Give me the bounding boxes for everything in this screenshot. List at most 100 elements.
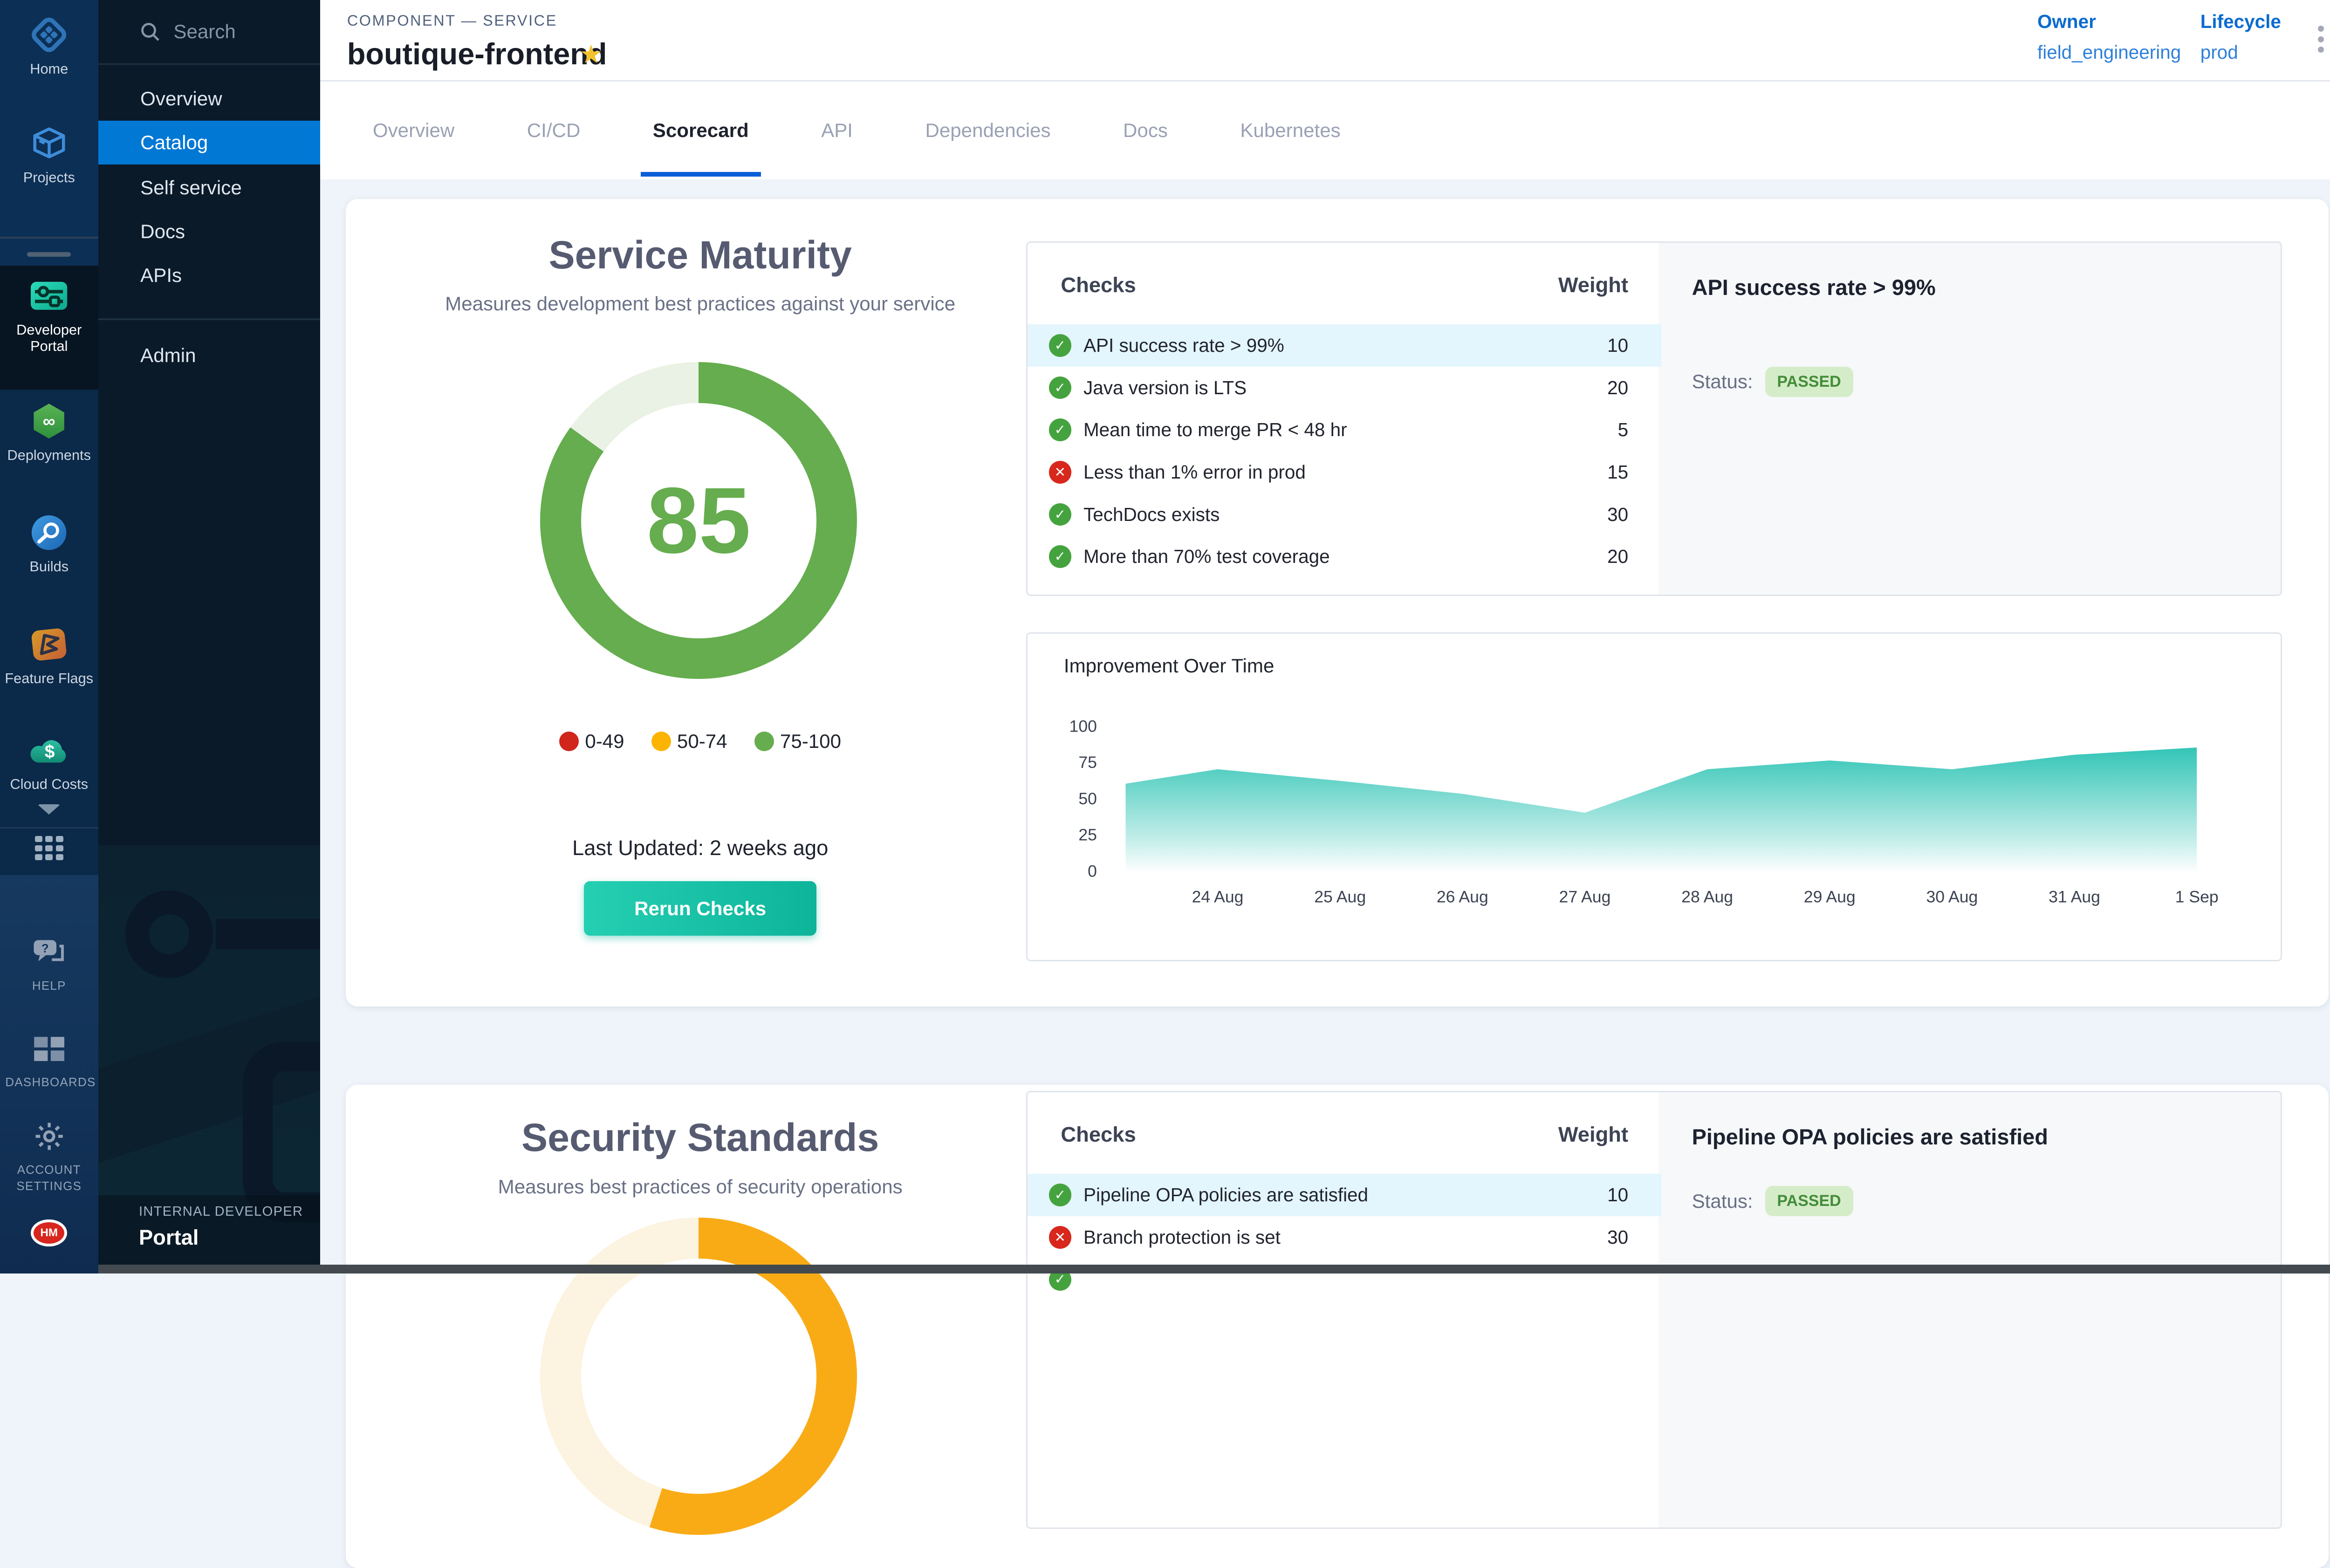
status-label: Status: [1692,1190,1753,1212]
sidebar-item-projects[interactable]: Projects [0,124,98,186]
user-avatar[interactable]: HM [0,1219,98,1246]
status-badge: PASSED [1765,1186,1853,1216]
tab-docs[interactable]: Docs [1123,82,1168,180]
svg-text:?: ? [41,942,49,955]
check-row[interactable]: ✓ API success rate > 99% 10 [1028,324,1661,367]
check-row[interactable]: ✓ More than 70% test coverage 20 [1028,535,1661,578]
scorecard-service-maturity: Service Maturity Measures development be… [346,199,2329,1007]
check-label: More than 70% test coverage [1083,546,1607,568]
sidebar-item-label: ACCOUNT SETTINGS [5,1162,93,1195]
tab-overview[interactable]: Overview [373,82,454,180]
y-axis-tick: 75 [1079,753,1097,772]
tab-api[interactable]: API [821,82,853,180]
sidebar-item-builds[interactable]: Builds [0,513,98,575]
sidebar-item-label: Projects [23,169,75,186]
check-row[interactable]: ✕ Branch protection is set 30 [1028,1216,1661,1259]
sidebar-item-label: Deployments [7,447,91,464]
status-label: Status: [1692,370,1753,393]
sidebar-item-cloud-costs[interactable]: $ Cloud Costs [0,730,98,792]
grid-icon [35,836,64,860]
owner-label: Owner [2037,11,2181,33]
scorecard-security-standards: Security Standards Measures best practic… [346,1085,2329,1568]
owner-block[interactable]: Owner field_engineering [2037,11,2181,63]
sidebar-expand-chevron[interactable] [0,804,98,815]
check-weight: 20 [1607,377,1628,399]
scorecard-title: Security Standards [346,1115,1055,1160]
portal-title: Portal [139,1226,199,1250]
sidebar-item-self-service[interactable]: Self service [98,166,320,210]
sidebar-item-docs[interactable]: Docs [98,210,320,253]
breadcrumb: COMPONENT — SERVICE [347,12,557,29]
check-failed-icon: ✕ [1049,461,1072,484]
legend-item: 0-49 [559,730,624,753]
improvement-area-chart: 025507510024 Aug25 Aug26 Aug27 Aug28 Aug… [1028,634,2280,960]
sidebar-item-label: Feature Flags [5,670,93,687]
sidebar-item-feature-flags[interactable]: Feature Flags [0,625,98,687]
scorecard-subtitle: Measures best practices of security oper… [346,1176,1055,1198]
x-axis-tick: 24 Aug [1192,887,1244,906]
sidebar-item-developer-portal[interactable]: Developer Portal [0,276,98,355]
y-axis-tick: 25 [1079,826,1097,844]
tab-kubernetes[interactable]: Kubernetes [1240,82,1340,180]
tab-scorecard[interactable]: Scorecard [653,82,749,180]
check-row[interactable]: ✓ Java version is LTS 20 [1028,367,1661,409]
horizontal-scrollbar[interactable] [98,1265,2330,1274]
help-chat-icon: ? [29,932,69,972]
sidebar-item-deployments[interactable]: ∞ Deployments [0,401,98,463]
gear-icon [29,1116,69,1156]
tab-ci-cd[interactable]: CI/CD [527,82,581,180]
score-legend: 0-4950-7475-100 [346,730,1055,753]
legend-label: 75-100 [780,730,841,753]
sidebar-item-apis[interactable]: APIs [98,253,320,297]
scorecard-title: Service Maturity [346,233,1055,278]
sidebar-item-admin[interactable]: Admin [98,334,320,377]
x-axis-tick: 28 Aug [1681,887,1733,906]
sidebar-item-overview[interactable]: Overview [98,77,320,121]
check-row[interactable]: ✕ Less than 1% error in prod 15 [1028,451,1661,493]
sidebar-item-label: DASHBOARDS [5,1075,93,1091]
check-failed-icon: ✕ [1049,1226,1072,1249]
more-options-button[interactable] [2309,26,2330,59]
sidebar-item-label: Cloud Costs [10,776,89,793]
sidebar-item-label: Home [30,61,68,77]
y-axis-tick: 100 [1069,717,1097,735]
x-axis-tick: 27 Aug [1559,887,1611,906]
sidebar-item-account-settings[interactable]: ACCOUNT SETTINGS [0,1116,98,1195]
check-row[interactable]: ✓ Pipeline OPA policies are satisfied 10 [1028,1174,1661,1216]
sidebar-item-catalog[interactable]: Catalog [98,121,320,164]
sidebar-item-help[interactable]: ? HELP [0,932,98,994]
search-button[interactable]: Search [98,12,320,51]
improvement-chart-panel: Improvement Over Time 025507510024 Aug25… [1026,632,2282,961]
check-label: Java version is LTS [1083,377,1607,399]
x-axis-tick: 25 Aug [1314,887,1366,906]
last-updated-text: Last Updated: 2 weeks ago [346,836,1055,860]
check-row[interactable]: ✓ TechDocs exists 30 [1028,493,1661,536]
check-weight: 15 [1607,461,1628,483]
sidebar-collapse-handle[interactable] [27,252,71,257]
sidebar-item-dashboards[interactable]: DASHBOARDS [0,1029,98,1091]
check-label: Less than 1% error in prod [1083,461,1607,483]
sidebar-item-home[interactable]: Home [0,15,98,77]
check-label: Mean time to merge PR < 48 hr [1083,419,1618,441]
check-passed-icon: ✓ [1049,334,1072,357]
check-detail-panel: API success rate > 99% Status: PASSED [1658,243,2280,595]
portal-eyebrow: INTERNAL DEVELOPER [139,1204,303,1219]
weight-column-header: Weight [1028,1123,1628,1147]
legend-color-dot [651,732,671,751]
check-row[interactable]: ✓ Mean time to merge PR < 48 hr 5 [1028,409,1661,451]
feature-flags-icon [29,625,69,664]
primary-sidebar: Home Projects Developer Portal ∞ Deployme… [0,0,98,1274]
favorite-star-icon[interactable]: ★ [580,39,603,69]
x-axis-tick: 29 Aug [1804,887,1856,906]
module-picker-button[interactable] [0,836,98,860]
divider [98,318,320,320]
rerun-checks-button[interactable]: Rerun Checks [584,881,816,936]
circuit-decoration: INTERNAL DEVELOPER Portal [98,845,320,1274]
check-detail-title: Pipeline OPA policies are satisfied [1692,1124,2048,1150]
tab-dependencies[interactable]: Dependencies [925,82,1050,180]
owner-value[interactable]: field_engineering [2037,41,2181,63]
sidebar-item-label: HELP [32,978,66,995]
svg-text:∞: ∞ [43,411,55,431]
divider [98,63,320,65]
lifecycle-value: prod [2200,41,2281,63]
